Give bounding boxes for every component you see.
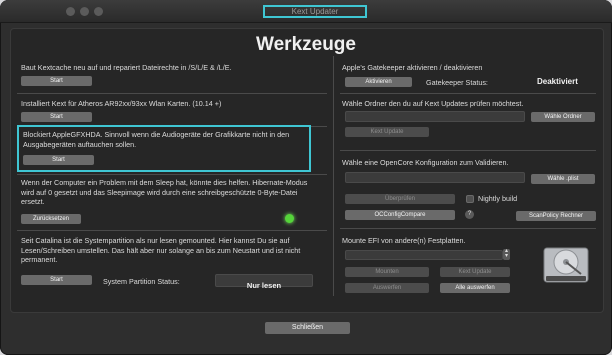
partition-status-value: Nur lesen: [246, 281, 282, 290]
gatekeeper-status-value: Deaktiviert: [537, 77, 578, 86]
column-divider: [333, 56, 334, 296]
help-icon[interactable]: ?: [465, 210, 474, 219]
eject-button[interactable]: Auswerfen: [345, 283, 429, 293]
partition-status-label: System Partition Status:: [103, 277, 180, 286]
divider: [340, 93, 596, 94]
close-window-icon[interactable]: [66, 7, 75, 16]
gatekeeper-activate-button[interactable]: Aktivieren: [345, 77, 412, 87]
disk-select-stepper[interactable]: ▴ ▾: [503, 248, 510, 260]
validate-button[interactable]: Überprüfen: [345, 194, 455, 204]
status-indicator-icon: [285, 214, 294, 223]
nightly-label: Nightly build: [478, 194, 518, 203]
minimize-window-icon[interactable]: [80, 7, 89, 16]
kext-update-button[interactable]: Kext Update: [345, 127, 429, 137]
divider: [17, 174, 327, 175]
sleep-description: Wenn der Computer ein Problem mit dem Sl…: [21, 178, 308, 206]
scanpolicy-button[interactable]: ScanPolicy Rechner: [516, 211, 596, 221]
choose-plist-button[interactable]: Wähle .plist: [531, 174, 595, 184]
kextcache-start-button[interactable]: Start: [21, 76, 92, 86]
close-button[interactable]: Schließen: [265, 322, 350, 334]
title-bar: Kext Updater: [0, 0, 612, 23]
tools-window: Kext Updater Werkzeuge Baut Kextcache ne…: [0, 0, 612, 355]
eject-all-button[interactable]: Alle auswerfen: [440, 283, 510, 293]
zoom-window-icon[interactable]: [94, 7, 103, 16]
partition-description: Seit Catalina ist die Systempartition al…: [21, 236, 301, 264]
divider: [340, 150, 596, 151]
mount-button[interactable]: Mounten: [345, 267, 429, 277]
folder-path-field[interactable]: [345, 111, 525, 122]
partition-status-field: Nur lesen: [215, 274, 313, 290]
gatekeeper-title: Apple's Gatekeeper aktivieren / deaktivi…: [342, 63, 483, 72]
plist-path-field[interactable]: [345, 172, 525, 183]
hard-drive-icon: [543, 247, 589, 283]
atheros-start-button[interactable]: Start: [21, 112, 92, 122]
kextcache-description: Baut Kextcache neu auf und repariert Dat…: [21, 63, 232, 72]
sleep-reset-button[interactable]: Zurücksetzen: [21, 214, 81, 224]
disk-select-field[interactable]: [345, 250, 503, 260]
gatekeeper-status-label: Gatekeeper Status:: [426, 78, 488, 87]
folder-title: Wähle Ordner den du auf Kext Updates prü…: [342, 99, 524, 108]
hda-description: Blockiert AppleGFXHDA. Sinnvoll wenn die…: [23, 130, 290, 149]
nightly-checkbox[interactable]: [466, 195, 474, 203]
divider: [17, 230, 327, 231]
page-title: Werkzeuge: [256, 34, 356, 55]
efi-kext-update-button[interactable]: Kext Update: [440, 267, 510, 277]
hda-start-button[interactable]: Start: [23, 155, 94, 165]
chevron-down-icon: ▾: [504, 253, 508, 259]
choose-folder-button[interactable]: Wähle Ordner: [531, 112, 595, 122]
divider: [340, 228, 596, 229]
window-title: Kext Updater: [263, 5, 367, 18]
opencore-title: Wähle eine OpenCore Konfiguration zum Va…: [342, 158, 509, 167]
divider: [17, 93, 327, 94]
partition-start-button[interactable]: Start: [21, 275, 92, 285]
occonfigcompare-button[interactable]: OCConfigCompare: [345, 210, 455, 220]
atheros-description: Installiert Kext für Atheros AR92xx/93xx…: [21, 99, 222, 108]
